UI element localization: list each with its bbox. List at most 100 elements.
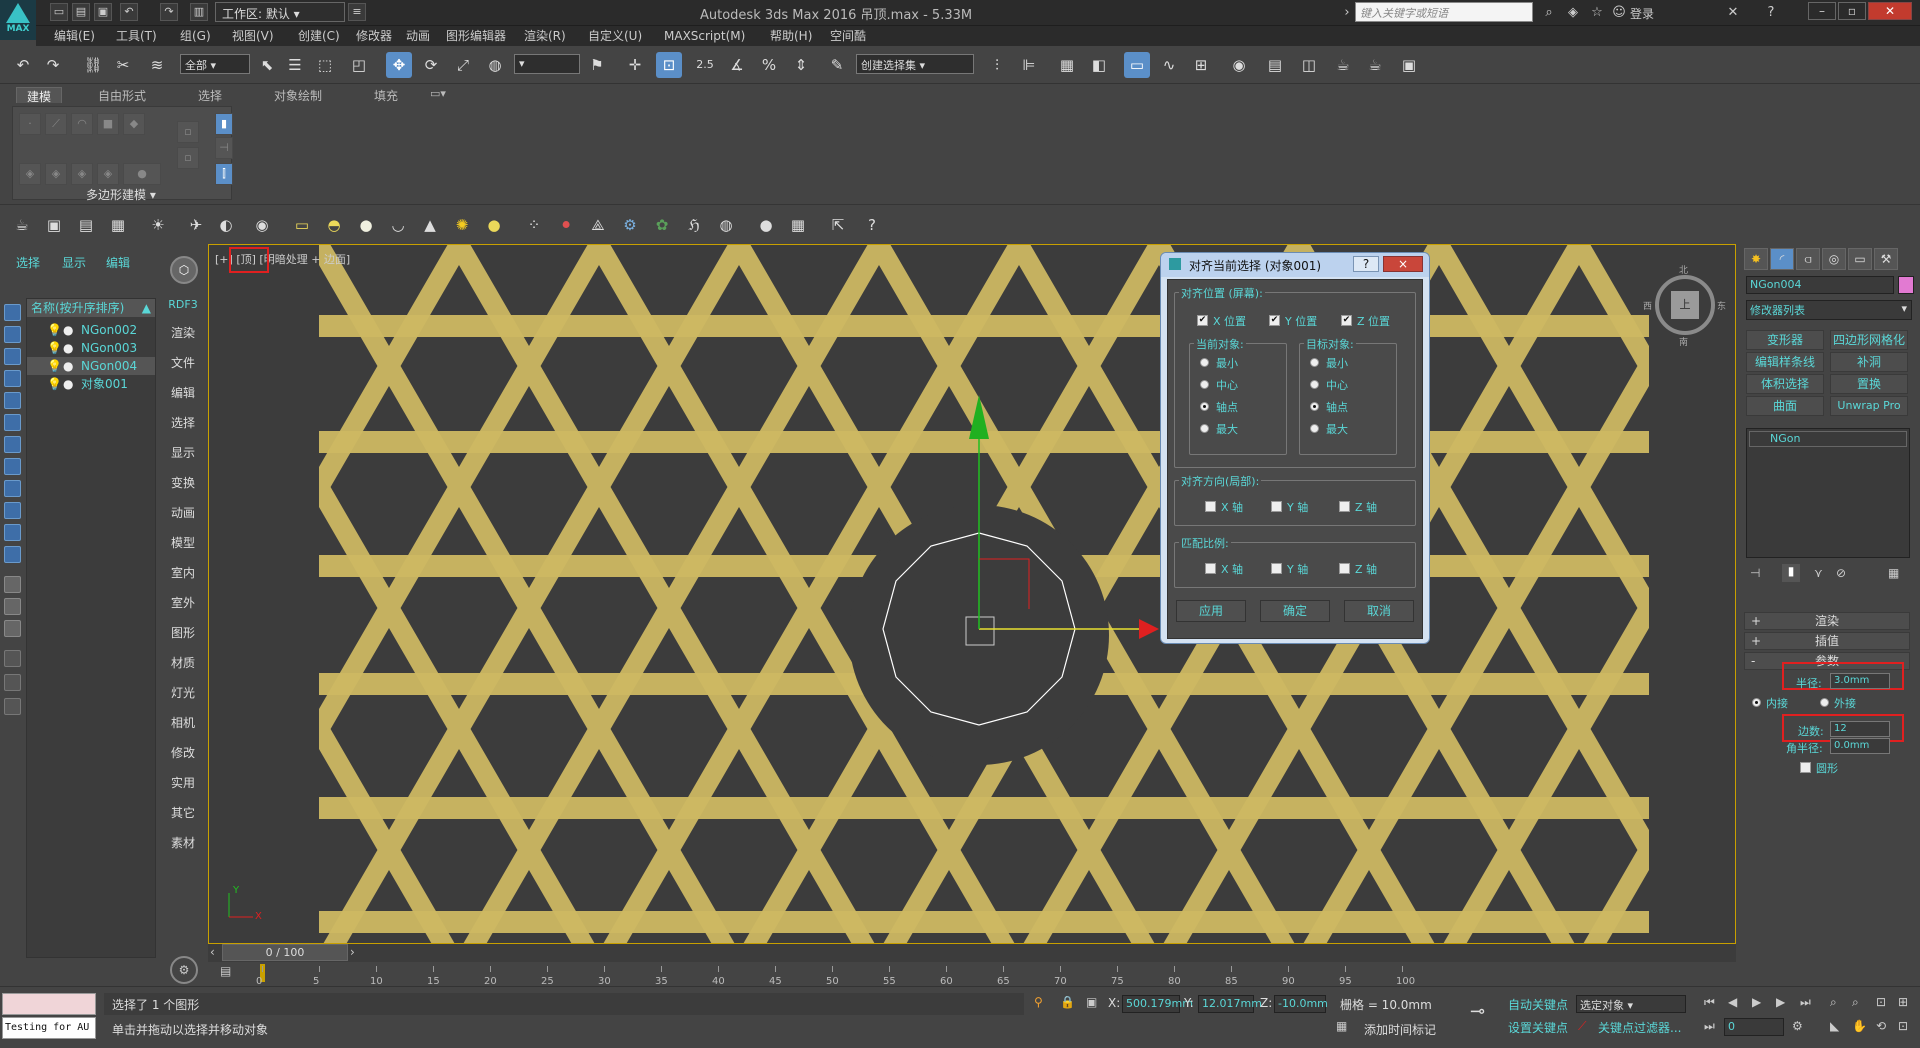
current-max-radio[interactable] [1200, 424, 1209, 433]
camera-icon[interactable]: ✈ [184, 213, 208, 237]
minimize-button[interactable]: – [1808, 2, 1836, 20]
filter-shapes-icon[interactable] [4, 326, 21, 343]
modifier-button[interactable]: 补洞 [1830, 352, 1908, 372]
prev-mod-icon[interactable]: ◈ [45, 163, 67, 185]
molecule-icon[interactable]: ⚫ [554, 213, 578, 237]
plugin-item[interactable]: 文件 [162, 354, 204, 371]
undo-icon[interactable]: ↶ [120, 3, 138, 21]
named-selection-dropdown[interactable]: 创建选择集 ▾ [856, 54, 974, 74]
rollout-interpolation[interactable]: + 插值 [1744, 632, 1910, 650]
column-header[interactable]: 名称(按升序排序) ▲ [27, 299, 155, 317]
plugin-item[interactable]: 灯光 [162, 684, 204, 701]
element-icon[interactable]: ◆ [123, 113, 145, 135]
search-expand-icon[interactable]: › [1338, 4, 1356, 22]
plugin-item[interactable]: 显示 [162, 444, 204, 461]
plugin-item[interactable]: 渲染 [162, 324, 204, 341]
plugin-item[interactable]: 素材 [162, 834, 204, 851]
plugin-item[interactable]: 选择 [162, 414, 204, 431]
fov-icon[interactable]: ◣ [1830, 1019, 1839, 1033]
go-to-start-icon[interactable]: ⏮ [1704, 995, 1715, 1010]
mod-stack-icon[interactable]: ◈ [19, 163, 41, 185]
key-mode-dropdown[interactable]: 选定对象 ▾ [1576, 995, 1686, 1013]
percent-snap-icon[interactable]: % [756, 52, 782, 78]
reference-coord-dropdown[interactable]: ▾ [514, 54, 580, 74]
modifier-list-dropdown[interactable]: 修改器列表 ▾ [1746, 300, 1912, 320]
menu-modifiers[interactable]: 修改器 [356, 27, 392, 45]
explorer-tab-display[interactable]: 显示 [62, 254, 86, 271]
list-item[interactable]: 💡 ● 对象001 [27, 375, 155, 393]
time-tag-icon[interactable]: ▦ [1336, 1019, 1347, 1033]
layer-manager-icon[interactable]: ▦ [1054, 52, 1080, 78]
modifier-button[interactable]: 编辑样条线 [1746, 352, 1824, 372]
plugin-item[interactable]: 室内 [162, 564, 204, 581]
menu-space[interactable]: 空间酷 [830, 27, 866, 45]
freeze-icon[interactable]: ● [63, 321, 73, 339]
isolate-icon[interactable]: ⚲ [1034, 995, 1043, 1009]
list-item-selected[interactable]: 💡 ● NGon004 [27, 357, 155, 375]
filter-containers-icon[interactable] [4, 502, 21, 519]
key-filter-icon[interactable]: ⟋ [1578, 1019, 1586, 1034]
show-end-result-icon[interactable]: ▮ [1782, 564, 1800, 582]
explorer-options-icon[interactable] [4, 674, 21, 691]
tab-freeform[interactable]: 自由形式 [98, 87, 146, 103]
render-iterative-icon[interactable]: ☕ [1362, 52, 1388, 78]
plugin-item[interactable]: 修改 [162, 744, 204, 761]
menu-animation[interactable]: 动画 [406, 27, 430, 45]
circumscribed-radio[interactable] [1820, 698, 1829, 707]
new-file-icon[interactable]: ▭ [50, 3, 68, 21]
maxscript-input[interactable]: Testing for AU [2, 1017, 96, 1039]
orient-y-checkbox[interactable] [1271, 501, 1282, 512]
show-end-icon[interactable]: ▫ [177, 121, 199, 143]
y-position-checkbox[interactable]: ✔ [1269, 315, 1280, 326]
close-button[interactable]: ✕ [1868, 2, 1912, 20]
scale-icon[interactable]: ⤢ [450, 52, 476, 78]
render-setup-icon[interactable]: ▤ [1262, 52, 1288, 78]
ribbon-options-icon[interactable]: ▭▾ [430, 87, 446, 100]
manipulate-icon[interactable]: ✛ [622, 52, 648, 78]
menu-views[interactable]: 视图(V) [232, 27, 274, 45]
modifier-button[interactable]: 四边形网格化 [1830, 330, 1908, 350]
key-filters-button[interactable]: 关键点过滤器... [1598, 1019, 1681, 1036]
maximize-viewport-icon[interactable]: ⊡ [1898, 1019, 1908, 1033]
modifier-button[interactable]: 置换 [1830, 374, 1908, 394]
current-frame-field[interactable]: 0 [1724, 1018, 1784, 1036]
snap-toggle-icon[interactable]: 2.5 [692, 52, 718, 78]
bind-spacewarp-icon[interactable]: ≋ [144, 52, 170, 78]
inscribed-radio[interactable] [1752, 698, 1761, 707]
undo-button[interactable]: ↶ [10, 52, 36, 78]
zoom-extents-icon[interactable]: ⊡ [1876, 995, 1886, 1009]
save-icon[interactable]: ▣ [94, 3, 112, 21]
time-config-icon[interactable]: ⚙ [1792, 1019, 1803, 1033]
go-to-end-icon[interactable]: ⏭ [1800, 995, 1811, 1010]
window-crossing-icon[interactable]: ◰ [346, 52, 372, 78]
keyboard-shortcut-icon[interactable]: ⊡ [656, 52, 682, 78]
box-icon[interactable]: ▭ [290, 213, 314, 237]
open-file-icon[interactable]: ▤ [72, 3, 90, 21]
current-pivot-radio[interactable] [1200, 402, 1209, 411]
light-list-icon[interactable]: ☀ [146, 213, 170, 237]
filter-frozen-icon[interactable] [4, 524, 21, 541]
pivot-icon[interactable]: ⚑ [584, 52, 610, 78]
select-by-name-icon[interactable]: ☰ [282, 52, 308, 78]
set-key-icon[interactable]: ⊸ [1470, 1001, 1485, 1022]
radius-spinner[interactable]: 3.0mm [1830, 673, 1890, 689]
zoom-extents-all-icon[interactable]: ⊞ [1898, 995, 1908, 1009]
particles-icon[interactable]: ⁘ [522, 213, 546, 237]
explorer-tab-select[interactable]: 选择 [16, 254, 40, 271]
texture-icon[interactable]: ◍ [714, 213, 738, 237]
panel-label[interactable]: 多边形建模 ▾ [86, 186, 156, 203]
dialog-close-button[interactable]: × [1383, 256, 1423, 272]
map-grid-icon[interactable]: ▦ [786, 213, 810, 237]
tab-object-paint[interactable]: 对象绘制 [274, 87, 322, 103]
search-input[interactable]: 键入关键字或短语 [1355, 2, 1533, 22]
toggle-icon[interactable]: ⫿ [215, 163, 233, 185]
circular-checkbox[interactable] [1800, 762, 1811, 773]
material-sphere-icon[interactable]: ● [754, 213, 778, 237]
list-item[interactable]: 💡 ● NGon003 [27, 339, 155, 357]
hierarchy-tab-icon[interactable]: ⫏ [1796, 248, 1820, 270]
freeze-icon[interactable]: ● [63, 375, 73, 393]
viewport-shading[interactable]: [明暗处理 + 边面] [259, 253, 350, 266]
make-unique-icon[interactable]: ⋎ [1814, 566, 1823, 580]
track-bar[interactable]: ▤ 0 5 10 15 20 25 30 35 40 45 50 55 60 65 70 75 80 85 90 95… [208, 962, 1736, 987]
next-key-icon[interactable]: ▶ [1776, 995, 1785, 1009]
